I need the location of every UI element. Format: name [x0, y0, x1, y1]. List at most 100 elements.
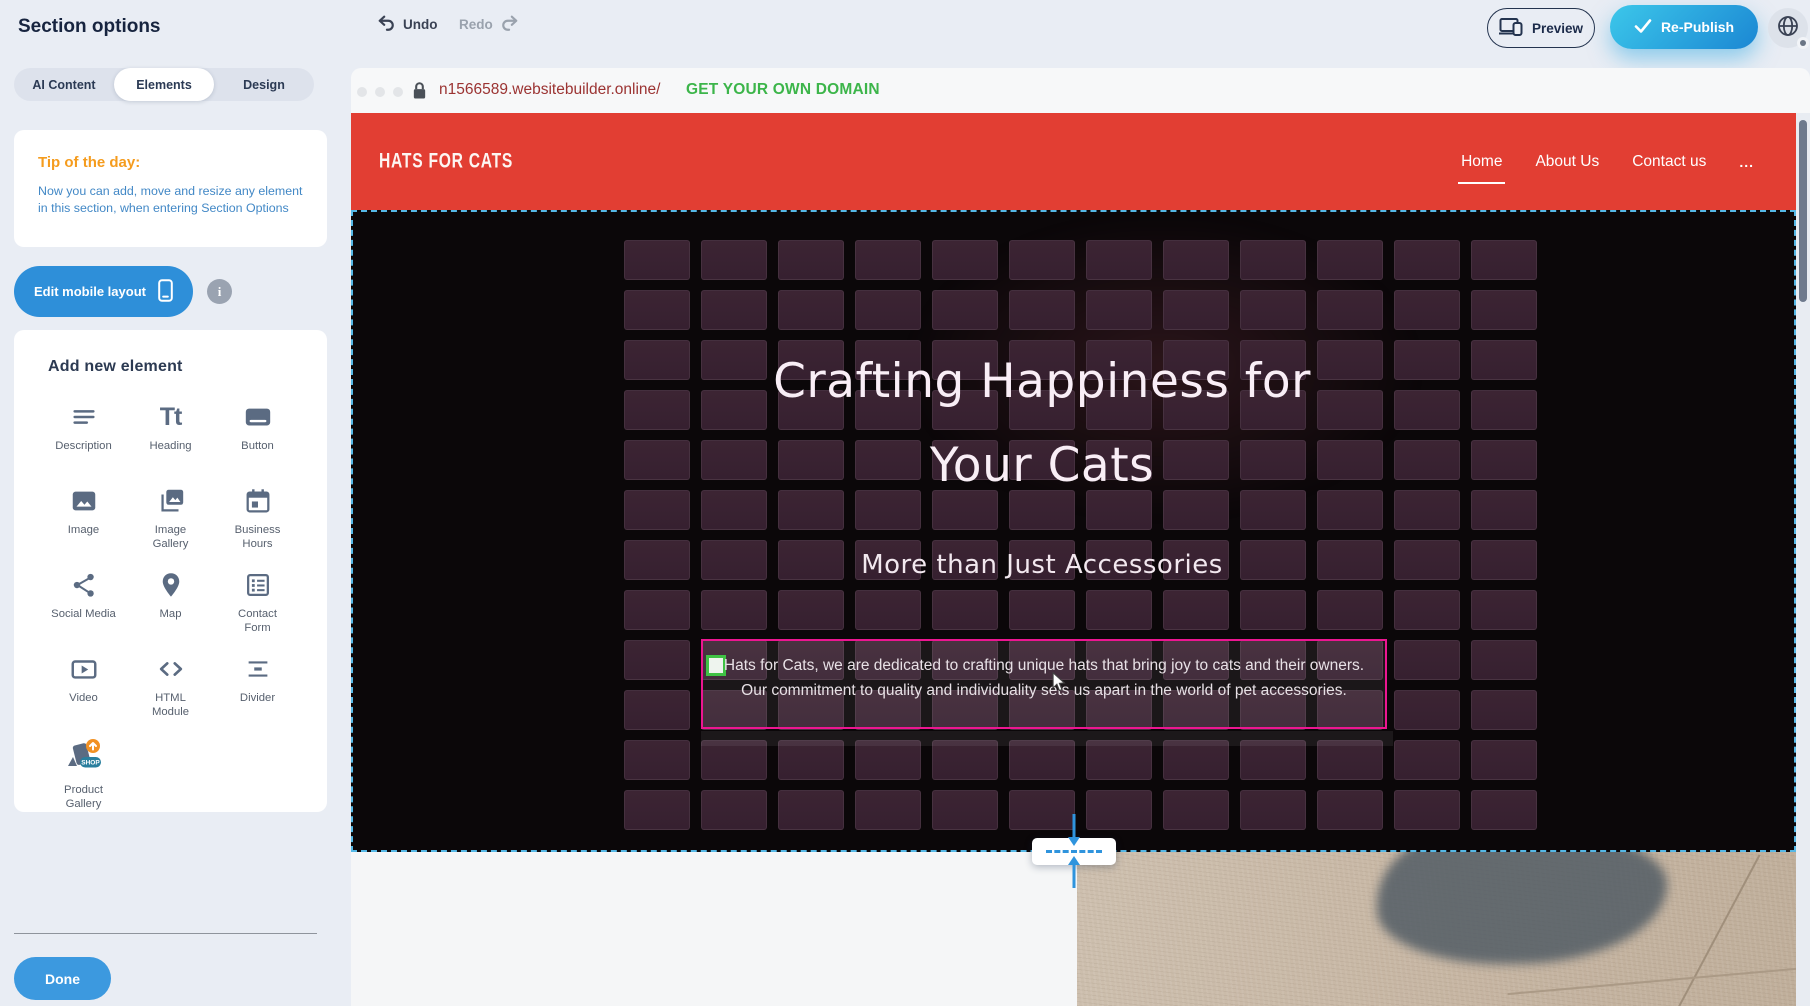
hero-tile — [1163, 740, 1229, 780]
undo-icon — [376, 14, 396, 35]
undo-label: Undo — [403, 17, 438, 32]
add-element-social-media[interactable]: Social Media — [40, 568, 127, 638]
element-grid: Description Tt Heading Button Image — [40, 400, 327, 811]
hero-tile — [932, 590, 998, 630]
add-element-product-gallery[interactable]: SHOP Product Gallery — [40, 736, 127, 811]
hero-tile — [1471, 590, 1537, 630]
language-globe-button[interactable] — [1768, 8, 1808, 48]
undo-button[interactable]: Undo — [376, 14, 438, 35]
hero-body-text: Hats for Cats, we are dedicated to craft… — [703, 653, 1385, 703]
selected-text-element[interactable]: Hats for Cats, we are dedicated to craft… — [701, 639, 1387, 729]
site-header[interactable]: HATS FOR CATS Home About Us Contact us .… — [351, 113, 1796, 210]
tab-design[interactable]: Design — [214, 68, 314, 101]
hero-tile — [1240, 590, 1306, 630]
redo-button[interactable]: Redo — [459, 14, 520, 35]
hero-tile — [1240, 740, 1306, 780]
get-your-own-domain-link[interactable]: GET YOUR OWN DOMAIN — [686, 81, 880, 99]
page-title: Section options — [18, 16, 161, 38]
hero-tile — [1009, 240, 1075, 280]
add-element-button[interactable]: Button — [214, 400, 301, 470]
nav-more-menu[interactable]: ... — [1739, 154, 1754, 170]
add-element-video[interactable]: Video — [40, 652, 127, 722]
nav-about-us[interactable]: About Us — [1535, 153, 1599, 171]
website-builder-app: Undo Redo Preview Re-Publish Section opt… — [0, 0, 1810, 1006]
hero-tile — [778, 590, 844, 630]
hero-tile — [1394, 240, 1460, 280]
hero-tile — [1086, 290, 1152, 330]
hero-tile — [855, 290, 921, 330]
image-gallery-icon — [156, 484, 186, 518]
add-new-element-title: Add new element — [40, 358, 327, 376]
hero-tile — [1394, 640, 1460, 680]
hero-tile — [1317, 290, 1383, 330]
add-element-image[interactable]: Image — [40, 484, 127, 554]
hero-tile — [1394, 790, 1460, 830]
add-element-divider[interactable]: Divider — [214, 652, 301, 722]
hero-tile — [1471, 240, 1537, 280]
browser-chrome-bar: n1566589.websitebuilder.online/ GET YOUR… — [351, 68, 1810, 113]
hero-tile — [1394, 590, 1460, 630]
hero-tile — [778, 290, 844, 330]
tip-body: Now you can add, move and resize any ele… — [38, 183, 310, 217]
nav-home[interactable]: Home — [1461, 153, 1502, 171]
element-label: Map — [131, 607, 211, 621]
add-element-business-hours[interactable]: Business Hours — [214, 484, 301, 554]
add-element-description[interactable]: Description — [40, 400, 127, 470]
add-new-element-card: Add new element Description Tt Heading B… — [14, 330, 327, 812]
heading-icon: Tt — [160, 400, 182, 434]
hero-tile — [624, 790, 690, 830]
republish-button[interactable]: Re-Publish — [1610, 5, 1758, 49]
hero-tile — [624, 590, 690, 630]
map-pin-icon — [156, 568, 186, 602]
nav-contact-us[interactable]: Contact us — [1632, 153, 1706, 171]
panel-divider — [14, 933, 317, 934]
hero-tile — [701, 290, 767, 330]
add-element-heading[interactable]: Tt Heading — [127, 400, 214, 470]
tab-elements[interactable]: Elements — [114, 68, 214, 101]
tab-ai-content[interactable]: AI Content — [14, 68, 114, 101]
hero-tile — [855, 790, 921, 830]
hero-tile — [624, 290, 690, 330]
element-label: HTML Module — [131, 691, 211, 719]
element-label: Divider — [218, 691, 298, 705]
hero-tile — [1471, 290, 1537, 330]
description-icon — [69, 400, 99, 434]
done-button[interactable]: Done — [14, 957, 111, 1000]
selected-hero-section[interactable]: Crafting Happiness for Your Cats More th… — [351, 210, 1796, 852]
hero-tile — [778, 740, 844, 780]
scrollbar-thumb[interactable] — [1799, 120, 1807, 302]
globe-icon — [1776, 14, 1800, 43]
pavement-crack — [1507, 967, 1796, 995]
add-element-contact-form[interactable]: Contact Form — [214, 568, 301, 638]
edit-mobile-layout-button[interactable]: Edit mobile layout — [14, 266, 193, 317]
hero-tile — [1394, 740, 1460, 780]
site-url[interactable]: n1566589.websitebuilder.online/ — [439, 81, 660, 99]
pavement-photo — [1077, 852, 1796, 1006]
hero-subheading[interactable]: More than Just Accessories — [353, 550, 1731, 580]
add-element-image-gallery[interactable]: Image Gallery — [127, 484, 214, 554]
pavement-crack — [1655, 854, 1760, 1006]
redo-label: Redo — [459, 17, 493, 32]
preview-scrollbar[interactable] — [1796, 113, 1810, 1006]
hero-tile — [1317, 790, 1383, 830]
hero-heading[interactable]: Crafting Happiness for Your Cats — [353, 340, 1731, 508]
hero-tile — [1240, 240, 1306, 280]
add-element-map[interactable]: Map — [127, 568, 214, 638]
mouse-cursor — [1052, 672, 1066, 697]
info-icon[interactable]: i — [207, 279, 232, 304]
element-label: Image — [44, 523, 124, 537]
add-element-html-module[interactable]: HTML Module — [127, 652, 214, 722]
hero-tile — [1317, 740, 1383, 780]
hero-tile — [855, 240, 921, 280]
hero-tile — [1317, 240, 1383, 280]
hero-tile — [624, 690, 690, 730]
product-gallery-icon: SHOP — [60, 736, 108, 778]
hero-tile — [1163, 240, 1229, 280]
svg-text:SHOP: SHOP — [81, 760, 100, 767]
hero-tile — [1471, 640, 1537, 680]
site-logo[interactable]: HATS FOR CATS — [379, 149, 513, 174]
hero-tile — [855, 740, 921, 780]
element-label: Business Hours — [218, 523, 298, 551]
preview-button[interactable]: Preview — [1487, 8, 1595, 48]
contact-form-icon — [243, 568, 273, 602]
